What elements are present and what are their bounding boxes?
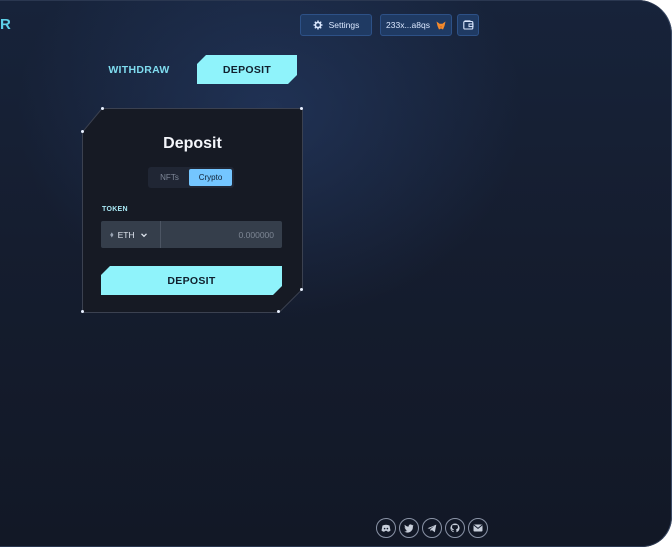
card-title: Deposit [163,135,222,152]
app-window: R Settings 233x...a8qs WITHDRAW DEPOSIT … [0,0,672,547]
deposit-button[interactable]: DEPOSIT [101,266,282,295]
social-discord[interactable] [376,518,396,538]
settings-button[interactable]: Settings [300,14,372,36]
twitter-icon [404,523,414,533]
settings-label: Settings [328,20,360,30]
social-twitter[interactable] [399,518,419,538]
social-email[interactable] [468,518,488,538]
brand-logo-text[interactable]: R [0,16,12,33]
discord-icon [381,524,391,533]
metamask-fox-icon [436,21,446,30]
ethereum-icon: ⬧ [110,229,114,239]
gear-icon [313,20,323,30]
social-github[interactable] [445,518,465,538]
wallet-address-label: 233x...a8qs [386,20,430,30]
tab-withdraw[interactable]: WITHDRAW [100,56,178,84]
wallet-address-button[interactable]: 233x...a8qs [380,14,452,36]
chevron-down-icon [139,230,149,240]
token-label: TOKEN [102,206,128,213]
amount-input[interactable] [161,221,282,248]
token-select[interactable]: ⬧ ETH [101,221,161,248]
email-icon [473,524,483,532]
token-symbol: ETH [117,229,135,240]
telegram-icon [427,524,437,533]
wallet-button[interactable] [457,14,479,36]
tab-deposit[interactable]: DEPOSIT [197,55,297,84]
token-input-row: ⬧ ETH [101,221,282,248]
social-telegram[interactable] [422,518,442,538]
wallet-icon [462,20,474,30]
segment-crypto[interactable]: Crypto [189,169,232,186]
social-links [376,518,488,538]
github-icon [450,523,460,533]
segment-nfts[interactable]: NFTs [150,169,189,186]
asset-type-toggle: NFTs Crypto [148,167,234,188]
